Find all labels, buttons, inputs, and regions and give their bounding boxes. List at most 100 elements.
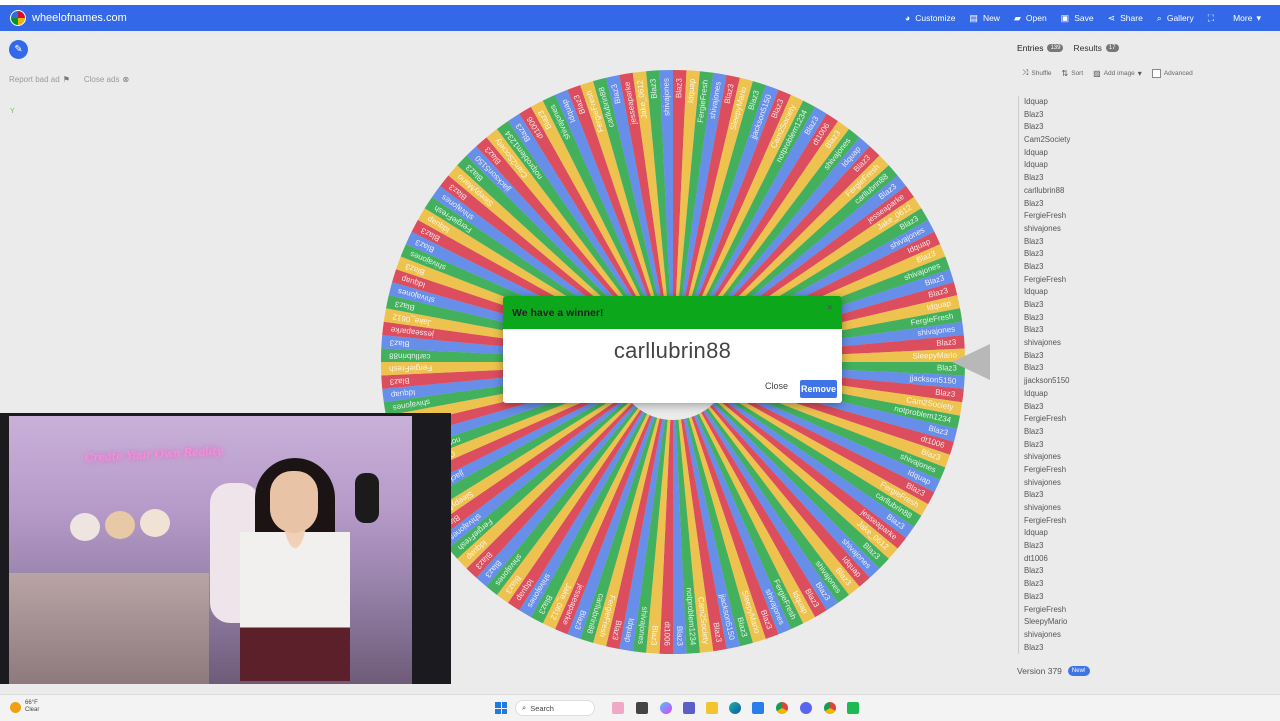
wheel-slice-label: Blaz3 — [674, 77, 683, 98]
entry-line: Blaz3 — [1024, 401, 1044, 411]
results-count-badge: 17 — [1105, 44, 1119, 52]
entry-line: FergieFresh — [1024, 604, 1067, 614]
add-image-dropdown[interactable]: ▨ Add image ▾ — [1093, 69, 1142, 78]
plush-toy — [70, 513, 100, 541]
chrome-icon[interactable] — [776, 702, 788, 714]
weather-widget[interactable]: 66°F Clear — [10, 700, 39, 714]
wheel-pointer — [952, 344, 990, 380]
tab-results-label: Results — [1073, 43, 1102, 53]
wheel-slice-label: Blaz3 — [389, 338, 410, 348]
entry-line: Idquap — [1024, 160, 1048, 170]
entries-count-badge: 139 — [1047, 44, 1064, 52]
shuffle-button[interactable]: ⤨ Shuffle — [1022, 68, 1052, 78]
wheel-slice-label: carllubrin88 — [388, 351, 430, 361]
webcam-overlay: Create Your Own Reality — [0, 413, 451, 684]
advanced-checkbox[interactable]: Advanced — [1151, 68, 1193, 78]
add-image-label: Add image — [1103, 69, 1135, 77]
store-icon[interactable] — [752, 702, 764, 714]
weather-temp: 66°F — [25, 700, 38, 706]
sort-icon: ⇅ — [1061, 68, 1069, 78]
close-button[interactable]: Close — [765, 381, 788, 391]
entry-line: Blaz3 — [1024, 236, 1044, 246]
wheel-slice-label: SleepyMario — [912, 351, 957, 361]
tab-results[interactable]: Results 17 — [1073, 43, 1119, 53]
wheel-slice-label: shivajones — [662, 78, 672, 116]
entry-line: shivajones — [1024, 503, 1061, 512]
entry-line: Blaz3 — [1024, 109, 1044, 119]
weather-text: 66°F Clear — [25, 700, 39, 714]
sort-button[interactable]: ⇅ Sort — [1062, 69, 1084, 78]
webcam-bed — [9, 573, 209, 684]
microphone — [355, 473, 379, 523]
tab-entries-label: Entries — [1017, 43, 1044, 53]
shuffle-icon: ⤨ — [1022, 68, 1029, 77]
shuffle-label: Shuffle — [1031, 69, 1052, 77]
entry-line: Blaz3 — [1024, 541, 1044, 551]
entry-line: dt1006 — [1024, 553, 1048, 563]
winner-name: carllubrin88 — [613, 338, 732, 363]
version-label: Version 379 — [1017, 666, 1062, 676]
wheel-slice-label: dt1006 — [662, 621, 672, 646]
winner-dialog-header: We have a winner! × — [503, 296, 842, 329]
remove-button[interactable]: Remove — [800, 380, 837, 398]
entry-line: jjackson5150 — [1024, 376, 1070, 386]
entry-line: FergieFresh — [1024, 414, 1067, 424]
entry-line: Blaz3 — [1024, 312, 1044, 322]
entry-line: shivajones — [1024, 338, 1061, 348]
entries-textarea[interactable]: Idquap Blaz3 Blaz3 Cam2Society Idquap Idquap B… — [1018, 96, 1280, 654]
entry-line: Idquap — [1024, 287, 1048, 297]
entry-line: Idquap — [1024, 528, 1048, 538]
entry-line: Blaz3 — [1024, 350, 1044, 360]
windows-taskbar: 66°F Clear ⌕ Search — [0, 694, 1280, 721]
app-green-icon[interactable] — [847, 702, 859, 714]
wheel-slice-label: Blaz3 — [648, 78, 658, 99]
wheel-slice-label: Blaz3 — [389, 376, 410, 386]
chrome-alt-icon[interactable] — [824, 702, 836, 714]
taskbar-search[interactable]: ⌕ Search — [515, 700, 595, 716]
search-icon: ⌕ — [522, 703, 527, 712]
entry-line: Blaz3 — [1024, 249, 1044, 259]
entry-line: carllubrin88 — [1024, 185, 1065, 195]
entry-line: Idquap — [1024, 97, 1048, 106]
wheel-slice-label: Idquap — [686, 78, 697, 104]
entry-line: Blaz3 — [1024, 261, 1044, 271]
taskbar-app-icon[interactable] — [612, 702, 624, 714]
chevron-down-icon: ▾ — [1137, 68, 1142, 78]
winner-dialog: We have a winner! × carllubrin88 Close R… — [503, 296, 842, 403]
entry-line: Blaz3 — [1024, 173, 1044, 183]
entry-line: shivajones — [1024, 452, 1061, 462]
entry-line: FergieFresh — [1024, 464, 1067, 474]
entry-line: Blaz3 — [1024, 591, 1044, 601]
edge-icon[interactable] — [729, 702, 741, 714]
entry-line: Cam2Society — [1024, 135, 1071, 145]
entry-line: shivajones — [1024, 477, 1061, 487]
weather-desc: Clear — [25, 707, 40, 713]
discord-icon[interactable] — [800, 702, 812, 714]
new-badge[interactable]: New! — [1067, 666, 1090, 676]
streamer-face — [270, 471, 318, 533]
entry-line: Blaz3 — [1024, 566, 1044, 576]
advanced-label: Advanced — [1163, 69, 1193, 77]
file-explorer-icon[interactable] — [706, 702, 718, 714]
windows-start-icon[interactable] — [495, 702, 507, 714]
entry-line: FergieFresh — [1024, 274, 1067, 284]
sort-label: Sort — [1071, 69, 1084, 77]
entry-line: shivajones — [1024, 223, 1061, 233]
entry-line: Blaz3 — [1024, 426, 1044, 436]
tab-entries[interactable]: Entries 139 — [1017, 43, 1064, 53]
version-info: Version 379 New! — [1017, 666, 1090, 676]
weather-icon — [10, 701, 21, 713]
entry-line: SleepyMario — [1024, 617, 1068, 627]
copilot-icon[interactable] — [660, 702, 672, 714]
entry-line: Blaz3 — [1024, 198, 1044, 208]
entries-panel: Entries 139 Results 17 ⤨ Shuffle ⇅ Sort ▨ Add… — [1010, 38, 1280, 690]
image-icon: ▨ — [1093, 68, 1101, 78]
entries-toolbar: ⤨ Shuffle ⇅ Sort ▨ Add image ▾ Advanced — [1010, 68, 1280, 78]
entry-line: Blaz3 — [1024, 579, 1044, 589]
taskbar-search-label: Search — [530, 703, 554, 713]
plush-toy — [105, 511, 135, 539]
teams-icon[interactable] — [683, 702, 695, 714]
dialog-close-x-icon[interactable]: × — [827, 302, 833, 314]
entry-line: Blaz3 — [1024, 439, 1044, 449]
task-view-icon[interactable] — [636, 702, 648, 714]
